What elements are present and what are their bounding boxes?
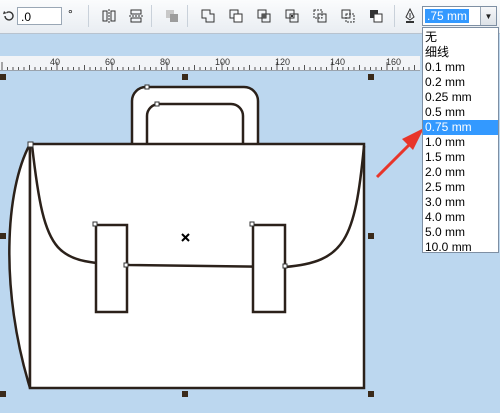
trim-icon[interactable] xyxy=(227,7,245,25)
ruler-label: 60 xyxy=(105,57,116,67)
ruler-label: 80 xyxy=(160,57,171,67)
selection-handle[interactable] xyxy=(368,391,374,397)
outline-width-option[interactable]: 细线 xyxy=(423,45,498,60)
separator xyxy=(151,5,152,27)
outline-width-option[interactable]: 0.75 mm xyxy=(423,120,498,135)
back-minus-front-icon[interactable] xyxy=(339,7,357,25)
outline-width-dropdown[interactable]: .75 mm ▼ xyxy=(422,6,497,26)
ruler-label: 40 xyxy=(50,57,61,67)
selection-handle[interactable] xyxy=(182,74,188,80)
outline-width-option[interactable]: 1.5 mm xyxy=(423,150,498,165)
outline-width-option[interactable]: 10.0 mm xyxy=(423,240,498,255)
outline-width-option[interactable]: 无 xyxy=(423,30,498,45)
ruler-label: 120 xyxy=(275,57,291,67)
outline-width-option[interactable]: 3.0 mm xyxy=(423,195,498,210)
chevron-down-icon[interactable]: ▼ xyxy=(480,7,496,25)
separator xyxy=(187,5,188,27)
outline-width-list[interactable]: 无细线 0.1 mm 0.2 mm 0.25 mm 0.5 mm 0.75 mm 1.0 m… xyxy=(422,27,499,255)
group-icon xyxy=(163,7,181,25)
mirror-vertical-icon[interactable] xyxy=(127,7,145,25)
rotate-icon xyxy=(0,7,18,25)
degree-unit: ° xyxy=(68,7,73,21)
front-minus-back-icon[interactable] xyxy=(311,7,329,25)
ruler-label: 100 xyxy=(215,57,231,67)
ruler-label: 140 xyxy=(330,57,346,67)
mirror-horizontal-icon[interactable] xyxy=(100,7,118,25)
outline-width-option[interactable]: 1.0 mm xyxy=(423,135,498,150)
outline-width-option[interactable]: 5.0 mm xyxy=(423,225,498,240)
selection-handle[interactable] xyxy=(0,74,6,80)
outline-width-option[interactable]: 2.5 mm xyxy=(423,180,498,195)
selection-handle[interactable] xyxy=(368,74,374,80)
angle-input[interactable]: .0 xyxy=(17,7,62,25)
separator xyxy=(394,5,395,27)
intersect-icon[interactable] xyxy=(255,7,273,25)
selection-handle[interactable] xyxy=(368,233,374,239)
bag-side-panel[interactable] xyxy=(8,143,32,389)
selection-handle[interactable] xyxy=(0,391,6,397)
separator xyxy=(88,5,89,27)
simplify-icon[interactable] xyxy=(283,7,301,25)
selection-handle[interactable] xyxy=(182,391,188,397)
outline-width-value[interactable]: .75 mm xyxy=(425,9,470,23)
outline-width-option[interactable]: 0.25 mm xyxy=(423,90,498,105)
bag-strap-right[interactable] xyxy=(251,223,287,314)
boundary-icon[interactable] xyxy=(367,7,385,25)
horizontal-ruler[interactable]: 40 60 80 100 120 140 160 xyxy=(0,56,420,71)
bag-strap-left[interactable] xyxy=(94,223,129,314)
outline-width-option[interactable]: 0.5 mm xyxy=(423,105,498,120)
ruler-label: 160 xyxy=(386,57,402,67)
outline-width-option[interactable]: 2.0 mm xyxy=(423,165,498,180)
outline-width-option[interactable]: 4.0 mm xyxy=(423,210,498,225)
angle-value: .0 xyxy=(21,10,32,24)
outline-width-option[interactable]: 0.2 mm xyxy=(423,75,498,90)
selection-handle[interactable] xyxy=(0,233,6,239)
outline-width-option[interactable]: 0.1 mm xyxy=(423,60,498,75)
annotation-arrow xyxy=(375,128,424,179)
pen-icon xyxy=(401,7,419,25)
weld-icon[interactable] xyxy=(199,7,217,25)
